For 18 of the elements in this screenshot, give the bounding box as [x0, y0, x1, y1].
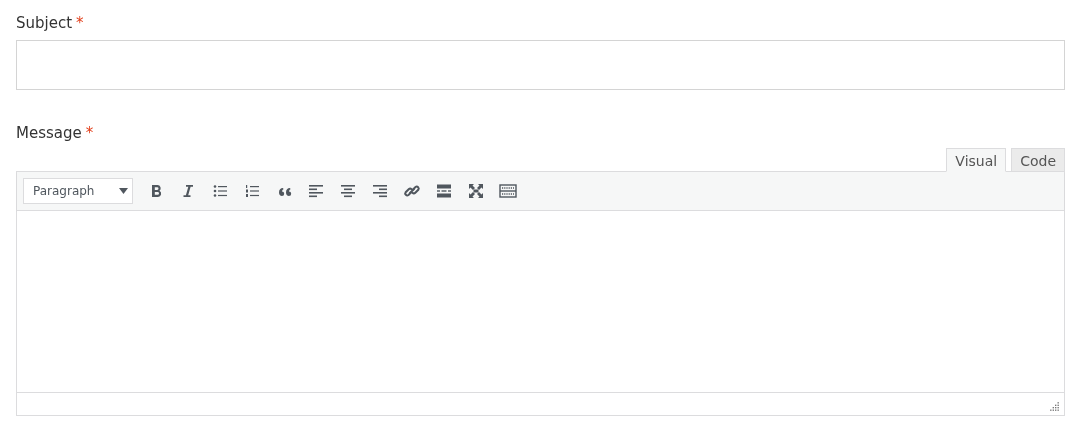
bullet-list-icon [211, 182, 229, 200]
resize-handle-icon[interactable] [1049, 401, 1060, 412]
align-center-icon [339, 182, 357, 200]
editor-tab[interactable]: Code [1011, 148, 1065, 172]
format-dropdown[interactable]: Paragraph [23, 178, 133, 204]
required-mark: * [76, 14, 84, 32]
keyboard-icon [499, 182, 517, 200]
field-label: Message [16, 124, 82, 142]
align-right-icon [371, 182, 389, 200]
required-mark: * [85, 124, 94, 142]
field-label: Subject [16, 14, 73, 32]
read-more-icon [435, 182, 453, 200]
caret-icon [119, 188, 128, 194]
fullscreen-icon [467, 182, 485, 200]
text-input-field[interactable] [16, 40, 1065, 90]
numbered-list-icon [243, 182, 261, 200]
editor-tab[interactable]: Visual [946, 148, 1007, 172]
align-left-icon [307, 182, 325, 200]
